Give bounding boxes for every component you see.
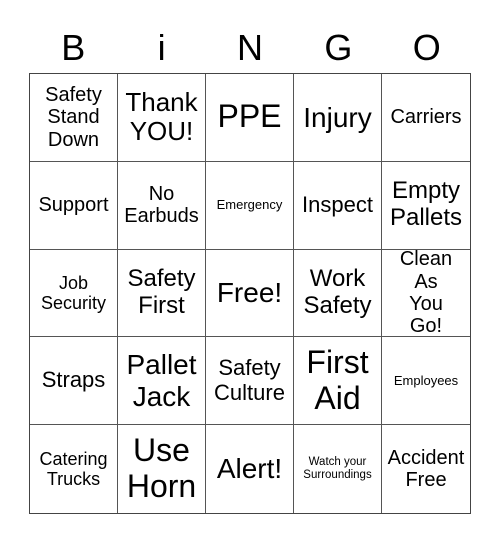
bingo-cell[interactable]: Watch your Surroundings <box>294 425 382 513</box>
bingo-cell[interactable]: Safety Culture <box>206 337 294 426</box>
bingo-cell[interactable]: Inspect <box>294 161 382 250</box>
header-letter-o: O <box>412 27 441 68</box>
bingo-cell[interactable]: Carriers <box>382 74 470 162</box>
bingo-cell[interactable]: Thank YOU! <box>118 74 206 162</box>
bingo-cell[interactable]: Emergency <box>206 161 294 250</box>
bingo-cell[interactable]: Use Horn <box>118 425 206 513</box>
bingo-cell[interactable]: Pallet Jack <box>118 337 206 426</box>
bingo-header: B i N G O <box>29 22 471 74</box>
bingo-cell[interactable]: No Earbuds <box>118 161 206 250</box>
bingo-cell[interactable]: First Aid <box>294 337 382 426</box>
bingo-cell[interactable]: Support <box>30 161 118 250</box>
bingo-cell[interactable]: Empty Pallets <box>382 162 470 250</box>
bingo-cell[interactable]: Straps <box>30 337 118 426</box>
bingo-cell[interactable]: Free! <box>206 249 294 338</box>
header-letter-g: G <box>324 27 353 68</box>
bingo-cell[interactable]: Injury <box>294 74 382 162</box>
bingo-cell[interactable]: Work Safety <box>294 249 382 338</box>
header-letter-b: B <box>61 27 86 68</box>
bingo-cell[interactable]: Alert! <box>206 425 294 513</box>
bingo-grid: Safety Stand Down Thank YOU! PPE Injury … <box>29 73 471 514</box>
bingo-cell[interactable]: Clean As You Go! <box>382 250 470 338</box>
bingo-cell[interactable]: Accident Free <box>382 425 470 513</box>
bingo-cell[interactable]: Safety First <box>118 249 206 338</box>
bingo-cell[interactable]: Safety Stand Down <box>30 74 118 162</box>
header-letter-i: i <box>157 27 166 68</box>
bingo-cell[interactable]: PPE <box>206 74 294 162</box>
bingo-cell[interactable]: Job Security <box>30 249 118 338</box>
header-letter-n: N <box>236 27 263 68</box>
bingo-cell[interactable]: Catering Trucks <box>30 425 118 513</box>
bingo-cell[interactable]: Employees <box>382 337 470 426</box>
